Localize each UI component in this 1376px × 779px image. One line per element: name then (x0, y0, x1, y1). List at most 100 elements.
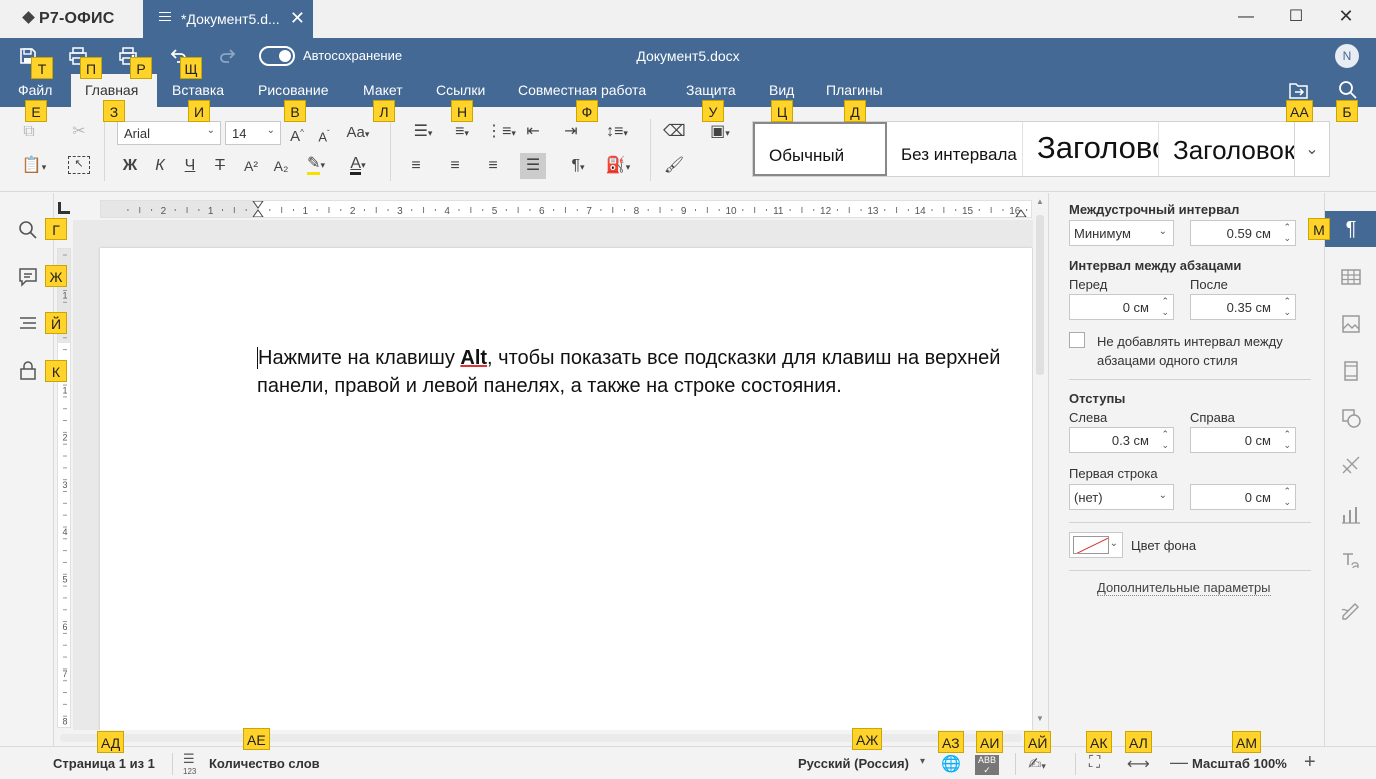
find-icon[interactable] (17, 219, 39, 241)
spinner-icon[interactable]: ⌃ ⌄ (1283, 296, 1291, 318)
indent-right-field[interactable]: 0 см ⌃ ⌄ (1190, 427, 1296, 453)
style-heading-1[interactable]: Заголовок 1 (1023, 122, 1159, 176)
word-count-icon[interactable]: ☰ 123 (183, 752, 196, 777)
horizontal-scrollbar[interactable] (54, 730, 1047, 746)
document-tab[interactable]: *Документ5.d... ✕ (143, 0, 313, 38)
align-right-icon[interactable]: ≡ (482, 156, 504, 176)
fit-width-icon[interactable]: ⟷ (1127, 754, 1150, 774)
lock-icon[interactable] (17, 360, 39, 382)
zoom-in-button[interactable]: + (1304, 751, 1316, 774)
spellcheck-icon[interactable]: ABB ✓ (975, 755, 999, 775)
no-spacing-same-style-checkbox[interactable] (1069, 332, 1085, 348)
shape-settings-icon[interactable] (1339, 406, 1363, 430)
decrease-font-icon[interactable]: Aˇ (314, 124, 334, 147)
tab-protection[interactable]: Защита (686, 82, 736, 98)
paragraph-shading-icon[interactable]: ⛽▾ (601, 156, 635, 177)
font-size-select[interactable]: 14 ⌄ (225, 121, 281, 145)
select-all-icon[interactable]: ↖ (68, 156, 90, 174)
paragraph-settings-icon[interactable]: ¶ (1325, 211, 1376, 247)
superscript-button[interactable]: A² (239, 156, 263, 176)
numbering-icon[interactable]: ≡▾ (445, 122, 479, 143)
minimize-button[interactable]: — (1231, 8, 1261, 26)
line-spacing-value-field[interactable]: 0.59 см ⌃ ⌄ (1190, 220, 1296, 246)
navigation-icon[interactable] (17, 313, 39, 335)
scroll-down-icon[interactable]: ▼ (1036, 714, 1044, 723)
header-footer-settings-icon[interactable] (1339, 359, 1363, 383)
spinner-icon[interactable]: ⌃ ⌄ (1161, 296, 1169, 318)
font-name-select[interactable]: Arial ⌄ (117, 121, 221, 145)
cut-icon[interactable]: ✂ (68, 122, 90, 142)
styles-more-button[interactable]: ⌄ (1294, 121, 1330, 177)
vertical-scrollbar[interactable]: ▲ ▼ (1033, 193, 1047, 730)
zoom-level[interactable]: Масштаб 100% (1192, 756, 1287, 771)
spacing-before-field[interactable]: 0 см ⌃ ⌄ (1069, 294, 1174, 320)
multilevel-list-icon[interactable]: ⋮≡▾ (484, 122, 518, 143)
italic-button[interactable]: К (149, 156, 171, 176)
document-text[interactable]: Нажмите на клавишу Alt, чтобы показать в… (257, 344, 1027, 400)
maximize-button[interactable]: ☐ (1281, 6, 1311, 26)
spacing-after-field[interactable]: 0.35 см ⌃ ⌄ (1190, 294, 1296, 320)
signature-settings-icon[interactable] (1339, 596, 1363, 620)
font-color-button[interactable]: A▾ (341, 154, 375, 175)
style-no-spacing[interactable]: Без интервала (887, 122, 1023, 176)
tab-insert[interactable]: Вставка (172, 82, 224, 98)
tab-home[interactable]: Главная (85, 82, 138, 98)
close-window-button[interactable]: ✕ (1331, 6, 1361, 27)
zoom-out-button[interactable]: — (1170, 752, 1188, 773)
increase-indent-icon[interactable]: ⇥ (560, 122, 582, 142)
chevron-down-icon[interactable]: ▾ (920, 756, 925, 767)
open-location-icon[interactable] (1288, 82, 1310, 100)
tab-stop-selector[interactable] (58, 202, 70, 214)
copy-icon[interactable]: ⧉ (18, 122, 40, 142)
color-scheme-icon[interactable]: ▣▾ (703, 122, 737, 143)
fit-page-icon[interactable]: ⛶ (1089, 754, 1100, 772)
tab-view[interactable]: Вид (769, 82, 794, 98)
increase-font-icon[interactable]: A^ (286, 123, 308, 147)
eraser-icon[interactable]: ⌫ (663, 122, 686, 142)
bullets-icon[interactable]: ☰▾ (406, 122, 440, 143)
paste-icon[interactable]: 📋▾ (18, 156, 50, 177)
tab-file[interactable]: Файл (18, 82, 52, 98)
text-art-settings-icon[interactable] (1339, 549, 1363, 573)
vertical-scroll-thumb[interactable] (1036, 215, 1044, 375)
tab-layout[interactable]: Макет (363, 82, 403, 98)
highlight-color-button[interactable]: ✎▾ (299, 154, 333, 175)
first-line-value-field[interactable]: 0 см ⌃ ⌄ (1190, 484, 1296, 510)
comments-icon[interactable] (17, 266, 39, 288)
first-line-mode-select[interactable]: (нет) ⌄ (1069, 484, 1174, 510)
document-language[interactable]: Русский (Россия) (798, 756, 909, 771)
underline-button[interactable]: Ч (179, 156, 201, 176)
style-heading-2[interactable]: Заголовок 2 (1159, 122, 1297, 176)
justify-icon[interactable]: ☰ (520, 153, 546, 179)
align-left-icon[interactable]: ≡ (405, 156, 427, 176)
style-normal[interactable]: Обычный (753, 122, 887, 176)
user-avatar[interactable]: N (1335, 44, 1359, 68)
document-page[interactable]: Нажмите на клавишу Alt, чтобы показать в… (100, 248, 1032, 730)
close-tab-icon[interactable]: ✕ (290, 9, 305, 27)
image-settings-icon[interactable] (1339, 312, 1363, 336)
nonprinting-chars-icon[interactable]: ¶▾ (561, 156, 595, 177)
indent-left-field[interactable]: 0.3 см ⌃ ⌄ (1069, 427, 1174, 453)
page-info[interactable]: Страница 1 из 1 (53, 756, 155, 771)
bold-button[interactable]: Ж (119, 156, 141, 176)
search-icon[interactable] (1338, 80, 1358, 100)
bar-chart-settings-icon[interactable] (1339, 503, 1363, 527)
line-spacing-icon[interactable]: ↕≡▾ (600, 122, 634, 143)
tab-collaboration[interactable]: Совместная работа (518, 82, 646, 98)
strikethrough-button[interactable]: Т (209, 156, 231, 176)
decrease-indent-icon[interactable]: ⇤ (522, 122, 544, 142)
hamburger-icon[interactable] (159, 12, 171, 21)
spinner-icon[interactable]: ⌃ ⌄ (1283, 486, 1291, 508)
background-color-picker[interactable]: ⌄ (1069, 532, 1123, 558)
scroll-up-icon[interactable]: ▲ (1036, 197, 1044, 206)
tab-references[interactable]: Ссылки (436, 82, 485, 98)
table-settings-icon[interactable] (1339, 265, 1363, 289)
line-spacing-mode-select[interactable]: Минимум ⌄ (1069, 220, 1174, 246)
advanced-settings-link[interactable]: Дополнительные параметры (1097, 580, 1271, 596)
horizontal-ruler[interactable]: 2 1 1 2 3 4 5 6 7 8 9 10 11 12 13 14 15 16 (100, 200, 1032, 218)
align-center-icon[interactable]: ≡ (444, 156, 466, 176)
tab-draw[interactable]: Рисование (258, 82, 329, 98)
tab-plugins[interactable]: Плагины (826, 82, 883, 98)
track-changes-icon[interactable]: ✍▾ (1028, 754, 1046, 774)
spinner-icon[interactable]: ⌃ ⌄ (1283, 222, 1291, 244)
